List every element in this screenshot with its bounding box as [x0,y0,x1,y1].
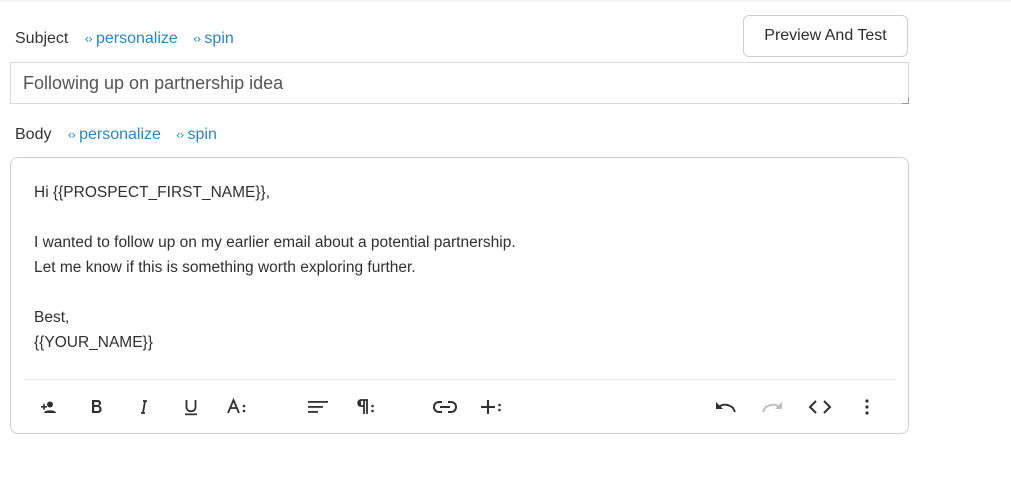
undo-icon[interactable] [710,394,740,420]
paragraph-icon[interactable] [350,394,380,420]
subject-label: Subject [15,30,69,47]
toolbar-divider [24,379,896,380]
body-header: Body ‹› personalize ‹› spin [15,124,217,146]
align-icon[interactable] [303,394,333,420]
more-icon[interactable] [852,394,882,420]
subject-input[interactable] [10,62,909,104]
code-icon: ‹› [192,32,202,46]
font-size-icon[interactable] [223,394,253,420]
editor-content[interactable]: Hi {{PROSPECT_FIRST_NAME}}, I wanted to … [34,180,884,355]
editor-line: {{YOUR_NAME}} [34,334,153,351]
editor-line: Let me know if this is something worth e… [34,259,416,276]
subject-header: Subject ‹› personalize ‹› spin [15,28,234,50]
subject-spin-label: spin [204,30,234,47]
italic-icon[interactable] [129,394,159,420]
subject-personalize-label: personalize [95,30,178,47]
underline-icon[interactable] [176,394,206,420]
code-icon: ‹› [84,32,93,46]
body-label: Body [15,126,52,143]
editor-line: Hi {{PROSPECT_FIRST_NAME}}, [34,184,271,201]
editor-line: Best, [34,309,70,326]
body-personalize-label: personalize [79,126,161,143]
redo-icon[interactable] [758,394,788,420]
body-spin-label: spin [187,126,217,143]
code-view-icon[interactable] [805,394,835,420]
insert-plus-icon[interactable] [477,394,507,420]
preview-and-test-button[interactable]: Preview And Test [743,15,908,57]
resize-handle[interactable] [902,97,909,104]
code-icon: ‹› [67,128,76,142]
editor-line: I wanted to follow up on my earlier emai… [34,234,516,251]
body-editor[interactable]: Hi {{PROSPECT_FIRST_NAME}}, I wanted to … [10,157,909,434]
subject-spin-link[interactable]: ‹› spin [193,30,234,48]
link-icon[interactable] [430,394,460,420]
body-spin-link[interactable]: ‹› spin [176,126,217,144]
subject-personalize-link[interactable]: ‹› personalize [84,30,177,48]
code-icon: ‹› [175,128,185,142]
top-divider [0,0,1011,2]
add-person-icon[interactable] [34,394,64,420]
body-personalize-link[interactable]: ‹› personalize [67,126,160,144]
bold-icon[interactable] [81,394,111,420]
